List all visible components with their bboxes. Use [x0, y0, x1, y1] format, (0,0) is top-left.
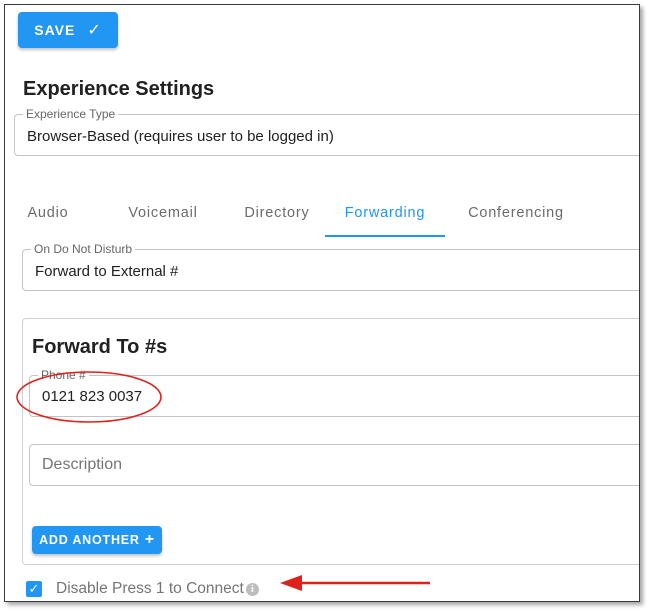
tab-conferencing[interactable]: Conferencing: [455, 195, 577, 237]
save-button-label: SAVE: [34, 22, 76, 38]
plus-icon: +: [144, 531, 155, 548]
forward-to-card: Forward To #s Phone # 0121 823 0037 Desc…: [22, 318, 639, 565]
phone-legend: Phone #: [38, 368, 89, 382]
phone-field[interactable]: Phone # 0121 823 0037: [29, 368, 639, 417]
check-icon: ✓: [87, 22, 102, 39]
on-dnd-value: Forward to External #: [35, 263, 179, 280]
description-placeholder: Description: [42, 456, 123, 473]
save-button[interactable]: SAVE ✓: [18, 12, 118, 48]
experience-type-value: Browser-Based (requires user to be logge…: [27, 128, 334, 145]
on-dnd-select[interactable]: On Do Not Disturb Forward to External #: [22, 242, 639, 291]
experience-type-legend: Experience Type: [23, 107, 119, 121]
tab-voicemail-label: Voicemail: [128, 205, 198, 221]
phone-value: 0121 823 0037: [42, 388, 143, 405]
tab-voicemail[interactable]: Voicemail: [113, 195, 213, 237]
tab-forwarding-label: Forwarding: [344, 205, 426, 221]
description-field[interactable]: Description: [29, 444, 639, 486]
check-icon: ✓: [28, 581, 40, 596]
tab-conferencing-label: Conferencing: [468, 205, 564, 221]
tab-directory[interactable]: Directory: [227, 195, 327, 237]
settings-panel: SAVE ✓ Experience Settings Experience Ty…: [4, 4, 640, 602]
add-another-button[interactable]: ADD ANOTHER +: [32, 526, 162, 554]
disable-press-row: ✓ Disable Press 1 to Connect i: [26, 579, 259, 599]
tab-directory-label: Directory: [244, 205, 310, 221]
info-icon[interactable]: i: [245, 582, 259, 596]
disable-press-label: Disable Press 1 to Connect: [56, 580, 244, 597]
card-title: Forward To #s: [32, 336, 168, 358]
add-another-label: ADD ANOTHER: [39, 533, 140, 547]
active-tab-indicator: [325, 235, 445, 237]
section-title: Experience Settings: [23, 78, 215, 100]
tab-audio[interactable]: Audio: [22, 195, 74, 237]
disable-press-checkbox[interactable]: ✓: [26, 581, 42, 597]
experience-type-select[interactable]: Experience Type Browser-Based (requires …: [14, 107, 639, 156]
settings-tabs: Audio Voicemail Directory Forwarding Con…: [22, 195, 639, 237]
tab-forwarding[interactable]: Forwarding: [325, 195, 445, 237]
tab-audio-label: Audio: [27, 205, 69, 221]
on-dnd-legend: On Do Not Disturb: [31, 242, 136, 256]
